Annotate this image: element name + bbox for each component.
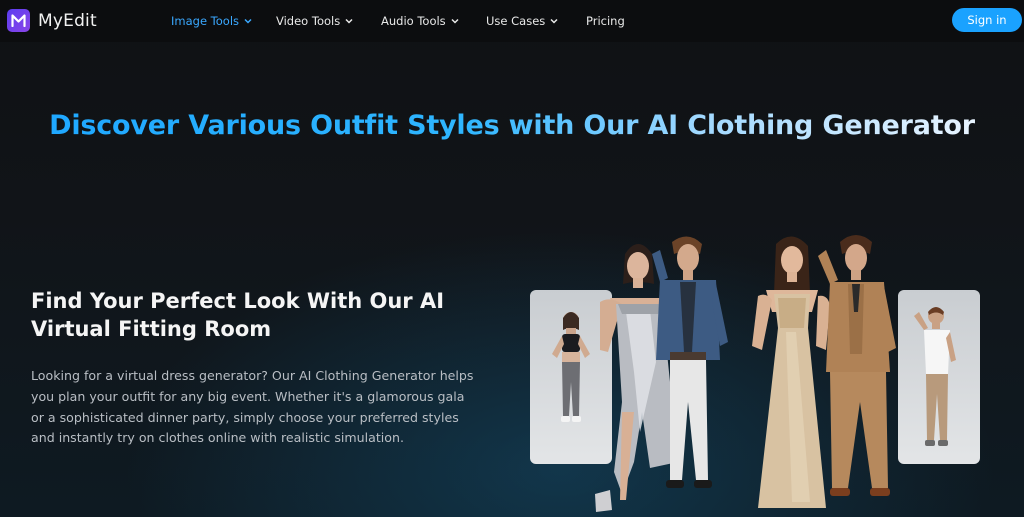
sign-in-button[interactable]: Sign in (952, 8, 1022, 32)
nav-item-label: Audio Tools (381, 14, 446, 28)
section-heading: Find Your Perfect Look With Our AI Virtu… (31, 289, 445, 341)
section-description: Looking for a virtual dress generator? O… (31, 368, 474, 446)
myedit-logo-icon (7, 9, 30, 32)
nav-item-image-tools[interactable]: Image Tools (171, 14, 252, 28)
top-navigation-bar: MyEdit Image Tools Video Tools Audio Too… (0, 0, 1024, 42)
brand-name: MyEdit (38, 10, 97, 31)
chevron-down-icon (345, 18, 353, 24)
nav-item-label: Image Tools (171, 14, 240, 28)
generated-outfit-models (595, 235, 896, 512)
brand-home-link[interactable]: MyEdit (7, 9, 97, 32)
page: MyEdit Image Tools Video Tools Audio Too… (0, 0, 1024, 517)
page-title: Discover Various Outfit Styles with Our … (0, 110, 1024, 141)
nav-item-label: Use Cases (486, 14, 546, 28)
chevron-down-icon (550, 18, 558, 24)
virtual-fitting-illustration (530, 232, 990, 517)
nav-item-label: Pricing (586, 14, 625, 28)
nav-item-video-tools[interactable]: Video Tools (276, 14, 353, 28)
model-champagne-gown-figure (752, 236, 830, 508)
nav-item-pricing[interactable]: Pricing (586, 14, 625, 28)
nav-item-use-cases[interactable]: Use Cases (486, 14, 558, 28)
model-tan-suit-figure (818, 235, 896, 496)
nav-item-audio-tools[interactable]: Audio Tools (381, 14, 459, 28)
page-title-text: Discover Various Outfit Styles with Our … (49, 110, 975, 141)
chevron-down-icon (451, 18, 459, 24)
chevron-down-icon (244, 18, 252, 24)
nav-item-label: Video Tools (276, 14, 341, 28)
